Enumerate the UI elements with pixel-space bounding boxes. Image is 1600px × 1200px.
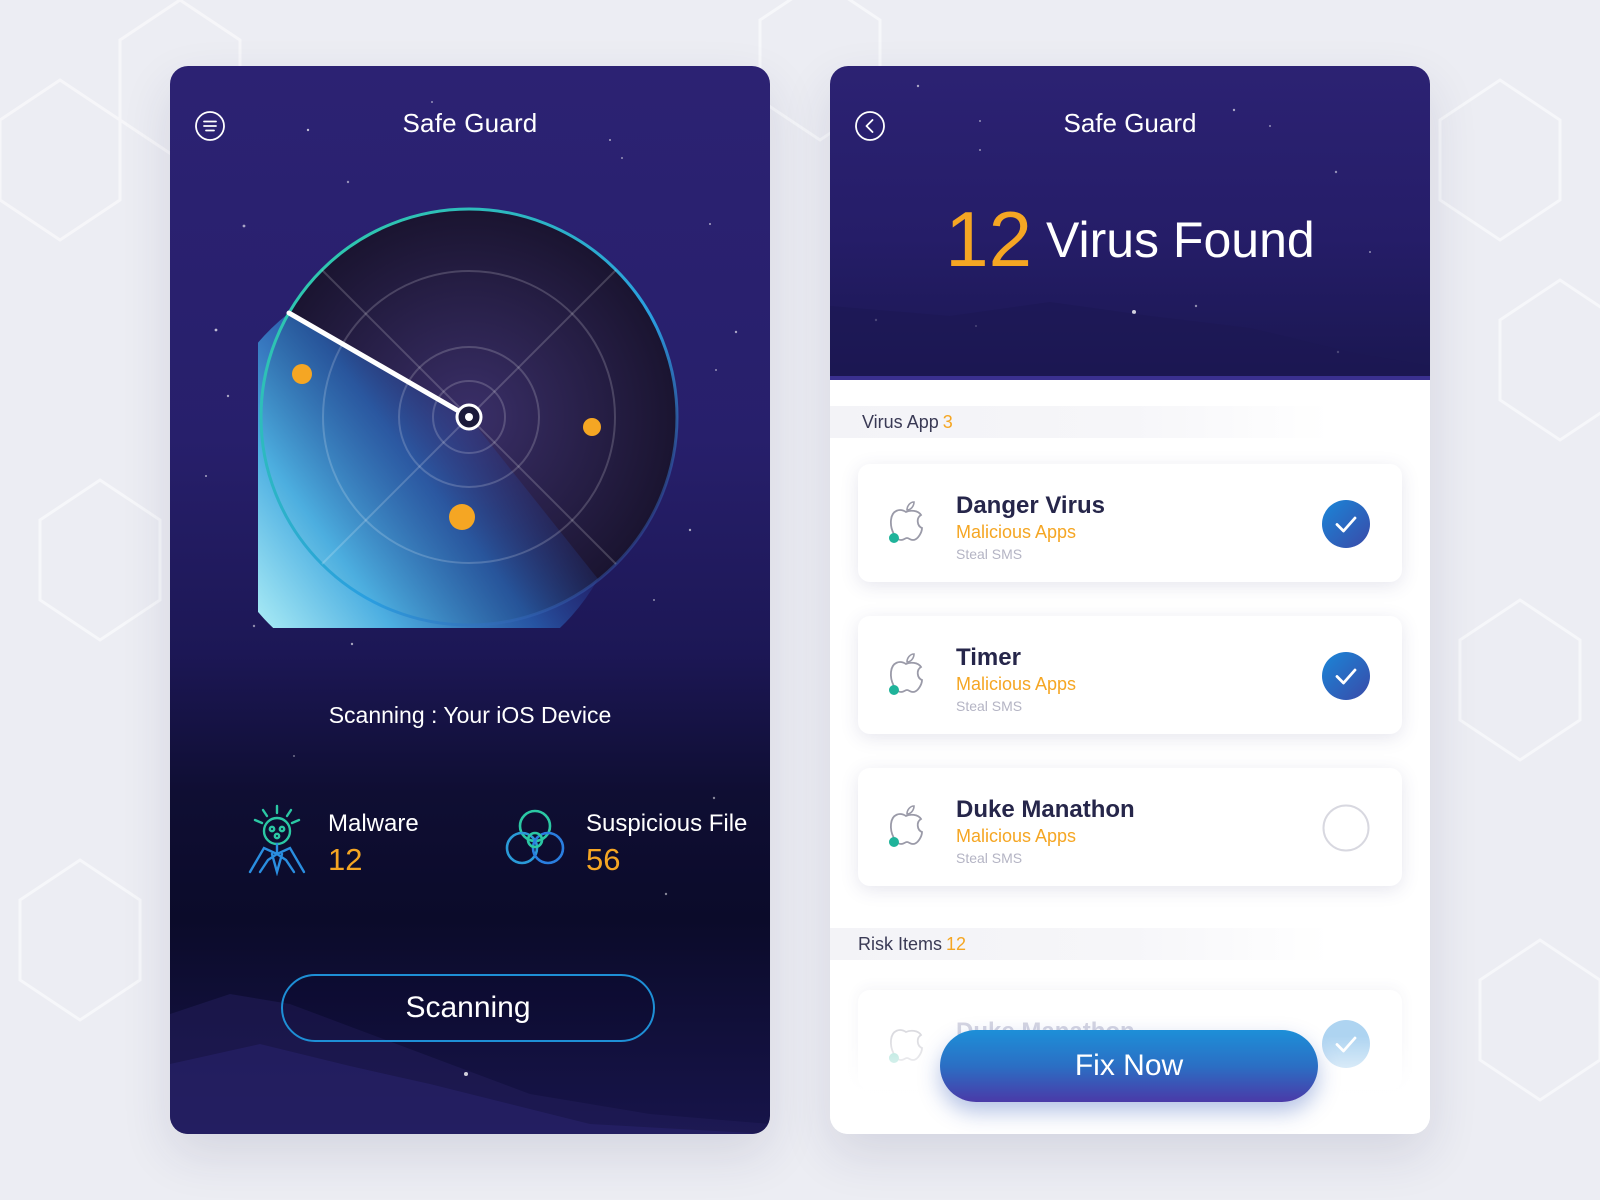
unchecked-circle-icon[interactable] — [1322, 804, 1370, 852]
app-detail: Steal SMS — [956, 546, 1023, 562]
virus-count: 12 — [945, 195, 1033, 283]
section-label: Risk Items — [858, 934, 943, 954]
radar-scanner — [258, 207, 679, 628]
radar-threat-dot — [292, 364, 312, 384]
virus-app-card[interactable]: Duke Manathon Malicious Apps Steal SMS — [858, 768, 1402, 886]
malware-label: Malware — [328, 810, 419, 837]
section-label: Virus App — [862, 412, 939, 432]
virus-app-card[interactable]: Danger Virus Malicious Apps Steal SMS — [858, 464, 1402, 582]
scanner-header: Safe Guard — [170, 66, 770, 186]
suspicious-file-label: Suspicious File — [586, 810, 748, 837]
section-count: 3 — [942, 412, 953, 432]
app-name: Timer — [956, 644, 1021, 671]
page-title: Safe Guard — [1063, 108, 1197, 138]
app-detail: Steal SMS — [956, 850, 1023, 866]
app-detail: Steal SMS — [956, 698, 1023, 714]
suspicious-file-count: 56 — [586, 842, 621, 877]
radar-threat-dot — [449, 504, 475, 530]
app-category: Malicious Apps — [956, 674, 1077, 694]
page-title: Safe Guard — [402, 108, 538, 138]
scanning-button[interactable]: Scanning — [281, 974, 655, 1042]
results-header: Safe Guard 12 Virus Found — [830, 66, 1430, 380]
header-divider — [830, 376, 1430, 380]
app-name: Duke Manathon — [956, 796, 1135, 823]
app-category: Malicious Apps — [956, 522, 1077, 542]
checkmark-icon[interactable] — [1322, 652, 1370, 700]
fix-now-button[interactable]: Fix Now — [940, 1030, 1318, 1102]
section-virus-app: Virus App 3 — [830, 406, 1330, 438]
malware-count: 12 — [328, 842, 363, 877]
suspicious-file-stat: Suspicious File 56 — [500, 802, 770, 882]
checkmark-icon[interactable] — [1322, 500, 1370, 548]
radar-threat-dot — [583, 418, 601, 436]
virus-app-card[interactable]: Timer Malicious Apps Steal SMS — [858, 616, 1402, 734]
virus-found-summary: 12 Virus Found — [830, 194, 1430, 285]
scanner-screen: Safe Guard Scanning: Your iOS Device Ma… — [170, 66, 770, 1134]
biohazard-icon — [505, 809, 565, 865]
results-screen: Safe Guard 12 Virus Found Virus App 3 Dang… — [830, 66, 1430, 1134]
malware-stat: Malware 12 — [242, 802, 462, 882]
app-category: Malicious Apps — [956, 826, 1077, 846]
section-risk-items: Risk Items 12 — [830, 928, 1330, 960]
malware-bug-icon — [248, 804, 306, 876]
apple-icon — [889, 501, 923, 543]
app-name: Danger Virus — [956, 492, 1105, 519]
apple-icon — [889, 805, 923, 847]
section-count: 12 — [946, 934, 967, 954]
scan-status: Scanning : Your iOS Device — [328, 702, 612, 728]
virus-found-label: Virus Found — [1046, 211, 1315, 268]
apple-icon — [889, 653, 923, 695]
